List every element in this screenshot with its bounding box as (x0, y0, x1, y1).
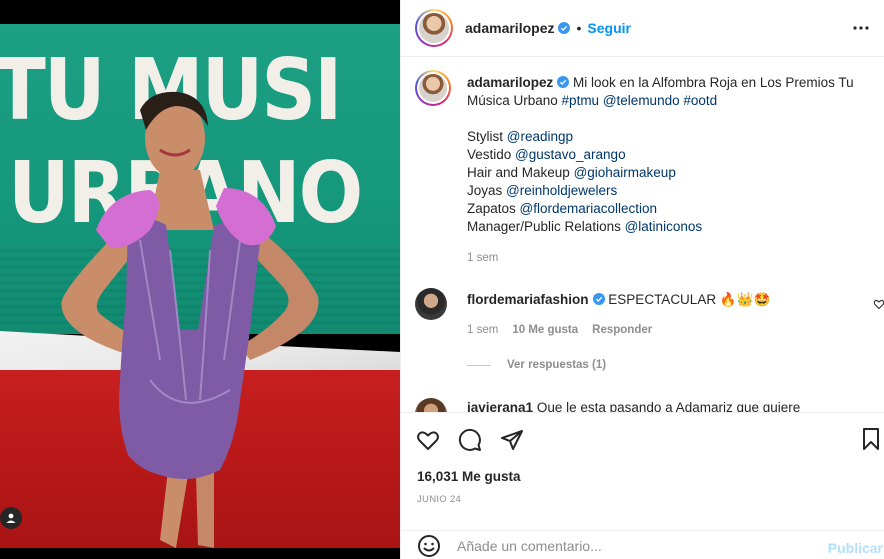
replies-line (467, 364, 491, 366)
verified-badge-icon (592, 293, 605, 305)
credit-line: Manager/Public Relations @latiniconos (467, 219, 703, 234)
post-actions: 16,031 Me gusta JUNIO 24 (401, 412, 884, 548)
share-icon[interactable] (499, 427, 525, 453)
comment-meta: 1 sem 10 Me gusta Responder (467, 324, 652, 336)
mention-link[interactable]: @latiniconos (625, 219, 703, 234)
more-options-icon[interactable] (851, 18, 871, 38)
comment-icon[interactable] (457, 427, 483, 453)
author-avatar[interactable] (415, 9, 453, 47)
emoji-icon[interactable] (417, 534, 441, 558)
view-replies-button[interactable]: Ver respuestas (1) (467, 359, 606, 371)
comments-section[interactable]: adamarilopez Mi look en la Alfombra Roja… (401, 58, 884, 412)
publish-button[interactable]: Publicar (828, 540, 883, 556)
credit-line: Stylist @readingp (467, 129, 574, 144)
comment-time[interactable]: 1 sem (467, 324, 498, 336)
caption-author[interactable]: adamarilopez (467, 75, 553, 90)
mention-link[interactable]: @giohairmakeup (574, 165, 676, 180)
mention-link[interactable]: @readingp (507, 129, 573, 144)
comment-likes[interactable]: 10 Me gusta (512, 324, 578, 336)
save-bookmark-icon[interactable] (859, 427, 884, 453)
mention-link[interactable]: @gustavo_arango (515, 147, 626, 162)
comment-text: Que le esta pasando a Adamariz que quier… (536, 400, 801, 412)
post-side-panel: adamarilopez • Seguir adamarilopez Mi lo… (400, 0, 884, 559)
credit-line: Hair and Makeup @giohairmakeup (467, 165, 676, 180)
follow-button[interactable]: Seguir (587, 20, 631, 36)
mention-link[interactable]: @flordemariacollection (520, 201, 658, 216)
caption-avatar-wrap (415, 70, 451, 106)
credit-line: Vestido @gustavo_arango (467, 147, 626, 162)
comment-author[interactable]: flordemariafashion (467, 292, 589, 307)
comment-like-icon[interactable] (873, 298, 884, 310)
mention-link[interactable]: @telemundo (603, 93, 680, 108)
reply-button[interactable]: Responder (592, 324, 652, 336)
comment-author[interactable]: javierana1 (467, 400, 533, 412)
comment-item: javierana1 Que le esta pasando a Adamari… (467, 399, 800, 412)
verified-badge-icon (558, 22, 571, 34)
person-figure (61, 91, 319, 548)
comment-item: flordemariafashion ESPECTACULAR 🔥👑🤩 (467, 291, 770, 309)
comment-text: ESPECTACULAR 🔥👑🤩 (608, 292, 771, 307)
credit-line: Zapatos @flordemariacollection (467, 201, 658, 216)
commenter-avatar[interactable] (415, 398, 447, 412)
post-photo[interactable]: TU MUSI URBANO (0, 0, 400, 559)
commenter-avatar[interactable] (415, 288, 447, 320)
caption-time[interactable]: 1 sem (467, 252, 498, 264)
tagged-user-icon[interactable] (0, 507, 22, 529)
instagram-post-view: TU MUSI URBANO (0, 0, 884, 559)
like-icon[interactable] (415, 427, 441, 453)
likes-count[interactable]: 16,031 Me gusta (417, 469, 521, 484)
hashtag-link[interactable]: #ootd (683, 93, 717, 108)
view-replies-label: Ver respuestas (1) (507, 359, 607, 371)
action-icons (415, 427, 525, 453)
post-date[interactable]: JUNIO 24 (417, 494, 461, 505)
post-caption: adamarilopez Mi look en la Alfombra Roja… (467, 74, 867, 236)
add-comment-bar: Publicar (401, 530, 884, 559)
hashtag-link[interactable]: #ptmu (562, 93, 600, 108)
photo-bottom-edge (0, 548, 400, 559)
post-header: adamarilopez • Seguir (401, 0, 884, 57)
mention-link[interactable]: @reinholdjewelers (506, 183, 617, 198)
author-username[interactable]: adamarilopez (465, 20, 554, 36)
credit-line: Joyas @reinholdjewelers (467, 183, 618, 198)
verified-badge-icon (557, 76, 570, 88)
header-separator: • (576, 20, 582, 36)
caption-author-avatar[interactable] (415, 70, 451, 106)
comment-input[interactable] (457, 537, 817, 554)
